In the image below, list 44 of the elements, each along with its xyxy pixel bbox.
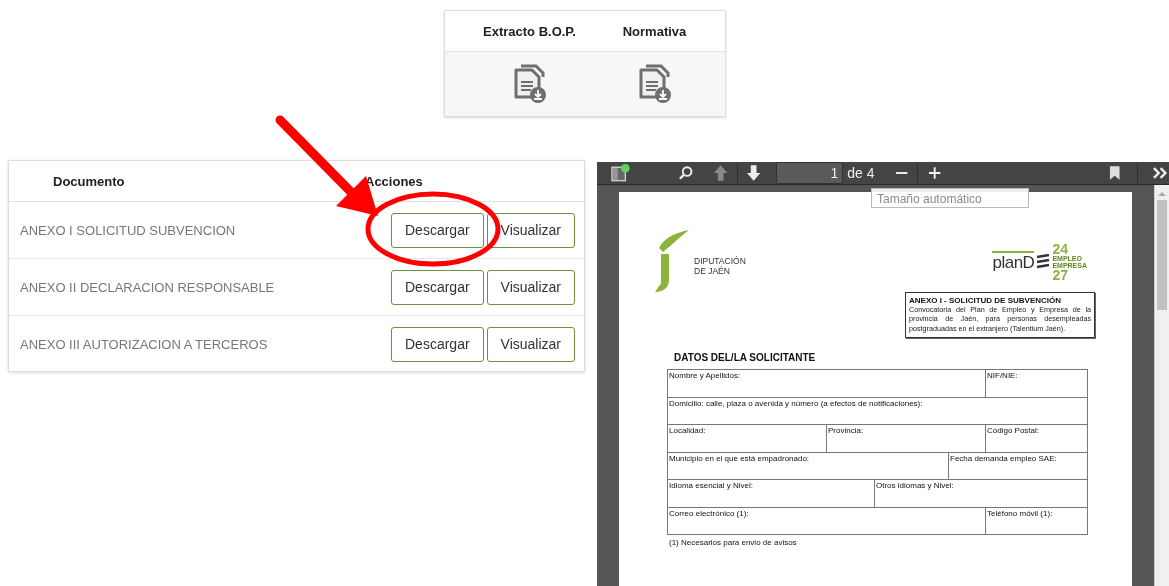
form-field: Fecha demanda empleo SAE: bbox=[949, 452, 1088, 481]
document-name: ANEXO III AUTORIZACION A TERCEROS bbox=[19, 336, 269, 352]
annex-title: ANEXO I - SOLICITUD DE SUBVENCIÓN bbox=[909, 296, 1062, 305]
scrollbar-thumb[interactable] bbox=[1157, 200, 1167, 310]
form-field: Código Postal: bbox=[986, 425, 1088, 453]
form-field: Domicilio: calle, plaza o avenida y número (a efectos de notificaciones): bbox=[668, 397, 1088, 426]
view-button[interactable]: Visualizar bbox=[486, 326, 576, 362]
footnote: (1) Necesarios para envio de avisos bbox=[669, 538, 798, 548]
form-field: Otros idiomas y Nivel: bbox=[875, 480, 1088, 508]
view-button[interactable]: Visualizar bbox=[486, 212, 576, 248]
logo-text: DE JAÉN bbox=[694, 265, 731, 276]
page-number-field[interactable]: 1 bbox=[776, 162, 844, 184]
logo-text: planD bbox=[992, 251, 1035, 273]
form-field: NIF/NIE: bbox=[986, 370, 1088, 398]
form-field: Nombre y Apellidos: bbox=[668, 370, 986, 398]
column-header: Documento bbox=[52, 173, 126, 189]
form-field: Idioma esencial y Nivel: bbox=[668, 480, 875, 508]
column-header: Extracto B.O.P. bbox=[444, 11, 585, 52]
double-chevron-icon[interactable] bbox=[1151, 166, 1169, 180]
column-header: Acciones bbox=[365, 173, 423, 189]
column-header: Normativa bbox=[584, 11, 725, 52]
view-button[interactable]: Visualizar bbox=[486, 269, 576, 305]
form-field: Provincia: bbox=[827, 425, 986, 453]
bookmark-icon[interactable] bbox=[1109, 165, 1121, 181]
form-field: Municipio en el que está empadronado: bbox=[668, 452, 949, 481]
sidebar-toggle-icon[interactable] bbox=[611, 163, 631, 183]
down-arrow-icon[interactable] bbox=[745, 164, 762, 182]
download-button[interactable]: Descargar bbox=[391, 212, 484, 248]
zoom-in-icon[interactable] bbox=[927, 166, 942, 180]
section-title: DATOS DEL/LA SOLICITANTE bbox=[674, 352, 817, 364]
search-icon[interactable] bbox=[678, 165, 694, 181]
document-name: ANEXO I SOLICITUD SUBVENCION bbox=[19, 222, 237, 238]
zoom-select[interactable]: Tamaño automático bbox=[871, 188, 1029, 208]
form-field: Localidad: bbox=[668, 425, 827, 453]
page-count: de 4 bbox=[847, 165, 875, 181]
form-field: Correo electrónico (1): bbox=[668, 507, 986, 536]
download-button[interactable]: Descargar bbox=[391, 326, 484, 362]
logo-text: DIPUTACIÓN bbox=[694, 255, 746, 266]
logo-year: 24 bbox=[1052, 243, 1068, 255]
form-field: Teléfono móvil (1): bbox=[986, 507, 1088, 536]
stripes-logo-icon bbox=[1036, 254, 1051, 270]
logo-year: 27 bbox=[1052, 269, 1068, 281]
download-button[interactable]: Descargar bbox=[391, 269, 484, 305]
document-name: ANEXO II DECLARACION RESPONSABLE bbox=[19, 279, 276, 295]
